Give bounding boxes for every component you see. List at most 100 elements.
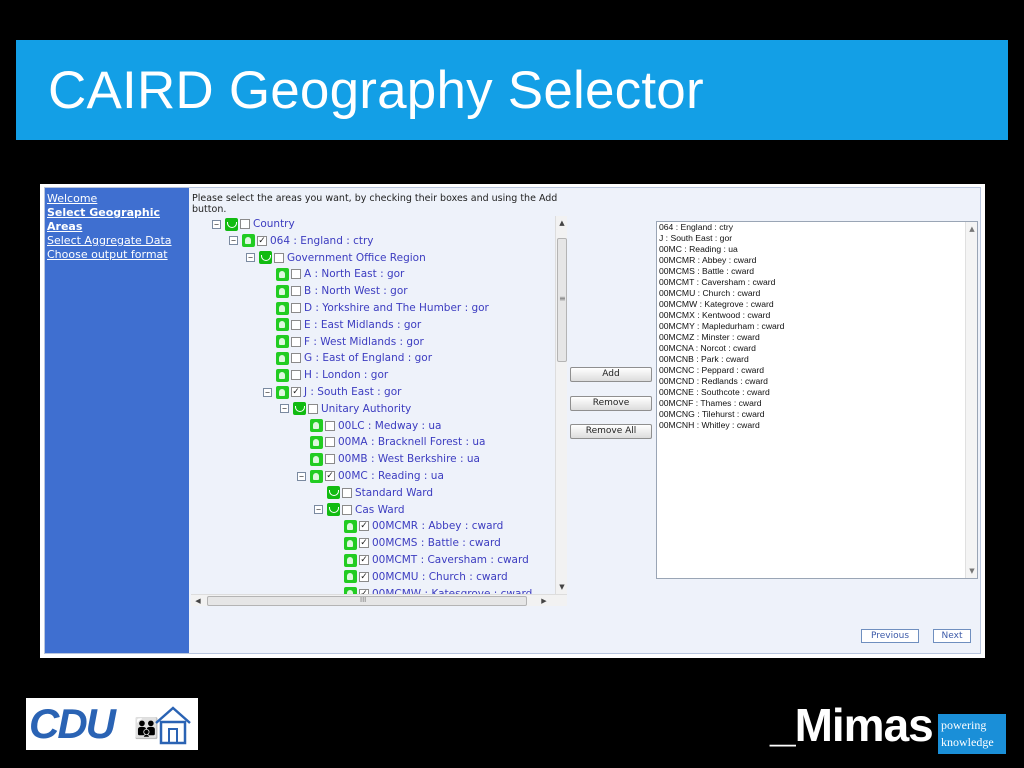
list-item[interactable]: 00MCNG : Tilehurst : cward	[657, 409, 977, 420]
scroll-up-icon[interactable]: ▲	[556, 216, 568, 230]
tree-node-checkbox[interactable]	[274, 252, 284, 263]
tree-node[interactable]: E : East Midlands : gor	[276, 317, 421, 333]
tree-node-checkbox[interactable]	[291, 336, 301, 347]
list-item[interactable]: 00MCNF : Thames : cward	[657, 398, 977, 409]
tree-node[interactable]: ✓ 00MCMT : Caversham : cward	[344, 552, 529, 568]
tree-node[interactable]: F : West Midlands : gor	[276, 334, 424, 350]
list-item[interactable]: 00MCNH : Whitley : cward	[657, 420, 977, 431]
tree-node-checkbox[interactable]	[291, 303, 301, 313]
tree-hscroll-thumb[interactable]: III	[207, 596, 527, 606]
tree-node-checkbox[interactable]	[325, 454, 335, 465]
tree-node-checkbox[interactable]	[240, 219, 250, 229]
tree-node-checkbox[interactable]	[325, 437, 335, 448]
tree-node[interactable]: 00LC : Medway : ua	[310, 418, 441, 434]
list-item[interactable]: 00MCNA : Norcot : cward	[657, 343, 977, 354]
tree-node-label: 00MCMU : Church : cward	[372, 570, 508, 583]
tree-node[interactable]: − ✓ 00MC : Reading : ua	[297, 468, 444, 484]
tree-node[interactable]: − Country	[212, 216, 295, 232]
list-item[interactable]: 00MCMX : Kentwood : cward	[657, 310, 977, 321]
list-item[interactable]: 00MCND : Redlands : cward	[657, 376, 977, 387]
tree-vertical-scrollbar[interactable]: ▲ ≡ ▼	[555, 216, 567, 594]
tree-node-checkbox[interactable]: ✓	[359, 521, 369, 532]
collapse-icon[interactable]: −	[297, 471, 306, 481]
slide-title: CAIRD Geography Selector	[48, 61, 704, 120]
list-item[interactable]: 00MCMR : Abbey : cward	[657, 255, 977, 266]
tree-node[interactable]: − ✓ 064 : England : ctry	[229, 233, 374, 249]
scroll-up-icon[interactable]: ▲	[966, 222, 977, 236]
geography-tree: − Country − ✓ 064 : England : ctry − Governmen…	[191, 216, 567, 608]
area-icon	[310, 452, 323, 466]
sidebar-item-select-geographic-areas[interactable]: Select Geographic Areas	[47, 206, 187, 234]
list-item[interactable]: 00MCMS : Battle : cward	[657, 266, 977, 277]
tree-node[interactable]: A : North East : gor	[276, 266, 404, 282]
tree-node[interactable]: ✓ 00MCMR : Abbey : cward	[344, 518, 503, 534]
tree-node[interactable]: B : North West : gor	[276, 283, 408, 299]
sidebar-item-choose-output-format[interactable]: Choose output format	[47, 248, 187, 262]
tree-node[interactable]: − Unitary Authority	[280, 401, 411, 417]
tree-node-checkbox[interactable]: ✓	[325, 471, 335, 481]
scroll-down-icon[interactable]: ▼	[966, 564, 977, 578]
tree-node[interactable]: ✓ 00MCMS : Battle : cward	[344, 535, 501, 551]
collapse-icon[interactable]: −	[212, 219, 221, 229]
tree-node-checkbox[interactable]	[291, 370, 301, 381]
list-item[interactable]: 00MCNC : Peppard : cward	[657, 365, 977, 376]
tree-horizontal-scrollbar[interactable]: ◀ III ▶	[191, 594, 567, 606]
next-button[interactable]: Next	[933, 629, 971, 643]
tree-node[interactable]: G : East of England : gor	[276, 350, 432, 366]
tree-node-checkbox[interactable]	[308, 403, 318, 414]
tree-node[interactable]: ✓ 00MCMU : Church : cward	[344, 569, 508, 585]
sidebar-item-welcome[interactable]: Welcome	[47, 192, 187, 206]
tree-node[interactable]: − ✓ J : South East : gor	[263, 384, 401, 400]
tree-node[interactable]: − Cas Ward	[314, 502, 405, 518]
tree-node-checkbox[interactable]: ✓	[359, 571, 369, 582]
collapse-icon[interactable]: −	[246, 253, 255, 263]
tree-node[interactable]: D : Yorkshire and The Humber : gor	[276, 300, 489, 316]
tree-node-checkbox[interactable]: ✓	[359, 538, 369, 549]
list-item[interactable]: 00MCNE : Southcote : cward	[657, 387, 977, 398]
tree-node-checkbox[interactable]	[291, 319, 301, 330]
tree-node-checkbox[interactable]: ✓	[359, 555, 369, 565]
tree-node-label: 00MB : West Berkshire : ua	[338, 453, 480, 466]
tree-node-checkbox[interactable]: ✓	[291, 387, 301, 397]
selected-list-scrollbar[interactable]: ▲ ▼	[965, 222, 977, 578]
remove-all-button[interactable]: Remove All	[570, 424, 652, 439]
collapse-icon[interactable]: −	[314, 505, 323, 515]
remove-button[interactable]: Remove	[570, 396, 652, 411]
previous-button[interactable]: Previous	[861, 629, 919, 643]
hscroll-grip: III	[360, 596, 367, 604]
list-item[interactable]: 00MC : Reading : ua	[657, 244, 977, 255]
list-item[interactable]: 00MCMU : Church : cward	[657, 288, 977, 299]
sidebar-item-select-aggregate-data[interactable]: Select Aggregate Data	[47, 234, 187, 248]
area-icon	[344, 519, 357, 533]
tree-vscroll-thumb[interactable]: ≡	[557, 238, 567, 362]
selected-areas-list[interactable]: 064 : England : ctry J : South East : gor…	[656, 221, 978, 579]
tree-node-checkbox[interactable]	[291, 286, 301, 297]
tree-node-checkbox[interactable]	[342, 487, 352, 498]
tree-node-checkbox[interactable]	[291, 269, 301, 280]
tree-node-checkbox[interactable]: ✓	[257, 235, 267, 246]
tree-node[interactable]: H : London : gor	[276, 367, 388, 383]
tree-node-checkbox[interactable]	[342, 504, 352, 515]
tree-node-checkbox[interactable]	[291, 353, 301, 364]
list-item[interactable]: J : South East : gor	[657, 233, 977, 244]
list-item[interactable]: 00MCMT : Caversham : cward	[657, 277, 977, 288]
tree-node[interactable]: 00MB : West Berkshire : ua	[310, 451, 480, 467]
mimas-tagline: powering knowledge	[938, 714, 1006, 754]
area-icon	[242, 234, 255, 248]
scroll-right-icon[interactable]: ▶	[537, 595, 551, 607]
list-item[interactable]: 00MCMY : Mapledurham : cward	[657, 321, 977, 332]
tree-node[interactable]: Standard Ward	[327, 485, 433, 501]
tree-node[interactable]: 00MA : Bracknell Forest : ua	[310, 434, 485, 450]
collapse-icon[interactable]: −	[229, 236, 238, 246]
tree-node-checkbox[interactable]	[325, 420, 335, 431]
scroll-down-icon[interactable]: ▼	[556, 580, 568, 594]
list-item[interactable]: 00MCNB : Park : cward	[657, 354, 977, 365]
list-item[interactable]: 064 : England : ctry	[657, 222, 977, 233]
collapse-icon[interactable]: −	[263, 387, 272, 397]
add-button[interactable]: Add	[570, 367, 652, 382]
tree-node[interactable]: − Government Office Region	[246, 250, 426, 266]
list-item[interactable]: 00MCMZ : Minster : cward	[657, 332, 977, 343]
scroll-left-icon[interactable]: ◀	[191, 595, 205, 607]
list-item[interactable]: 00MCMW : Kategrove : cward	[657, 299, 977, 310]
collapse-icon[interactable]: −	[280, 404, 289, 414]
